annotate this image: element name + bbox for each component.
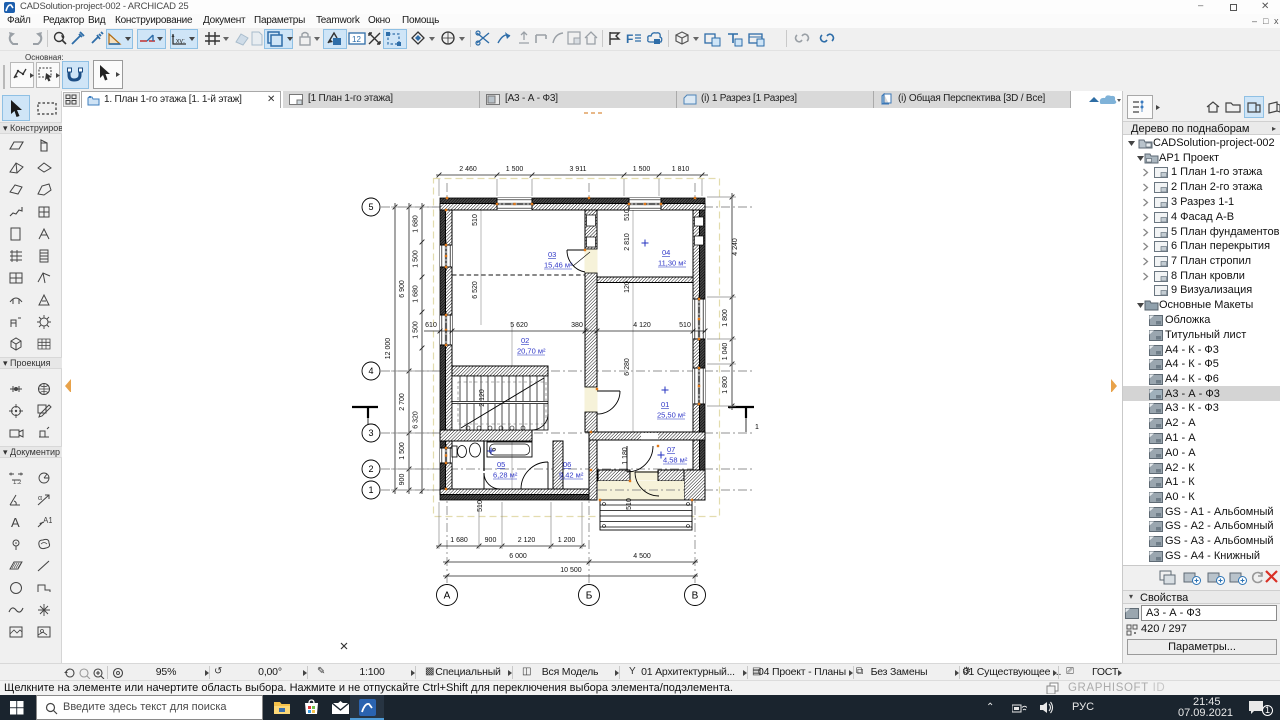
svg-text:1 800: 1 800 bbox=[722, 376, 729, 394]
svg-text:α: α bbox=[38, 495, 42, 502]
svg-text:1 500: 1 500 bbox=[633, 166, 651, 173]
svg-text:4,58 м²: 4,58 м² bbox=[663, 456, 688, 465]
svg-text:380: 380 bbox=[571, 322, 583, 329]
svg-text:6 520: 6 520 bbox=[472, 281, 479, 299]
svg-text:1 680: 1 680 bbox=[413, 215, 420, 233]
svg-text:2 810: 2 810 bbox=[624, 233, 631, 251]
svg-text:510: 510 bbox=[472, 214, 479, 226]
svg-text:1 500: 1 500 bbox=[506, 166, 524, 173]
svg-text:2: 2 bbox=[368, 464, 373, 474]
svg-text:1 680: 1 680 bbox=[413, 285, 420, 303]
svg-text:4 120: 4 120 bbox=[633, 322, 651, 329]
svg-text:5: 5 bbox=[368, 202, 373, 212]
svg-text:6 000: 6 000 bbox=[509, 553, 527, 560]
svg-text:06: 06 bbox=[563, 460, 571, 469]
svg-text:3: 3 bbox=[368, 428, 373, 438]
svg-text:900: 900 bbox=[485, 537, 497, 544]
svg-text:4: 4 bbox=[368, 366, 373, 376]
svg-text:9,42 м²: 9,42 м² bbox=[559, 471, 584, 480]
svg-text:1 500: 1 500 bbox=[413, 321, 420, 339]
svg-text:510: 510 bbox=[679, 322, 691, 329]
svg-text:15,46 м²: 15,46 м² bbox=[544, 261, 573, 270]
svg-text:A: A bbox=[11, 515, 20, 530]
svg-text:3 911: 3 911 bbox=[570, 166, 587, 173]
svg-text:900: 900 bbox=[399, 474, 406, 486]
svg-text:1.2: 1.2 bbox=[13, 480, 22, 486]
svg-text:1 810: 1 810 bbox=[672, 166, 690, 173]
svg-text:В: В bbox=[692, 591, 699, 602]
svg-text:03: 03 bbox=[548, 250, 556, 259]
svg-text:01: 01 bbox=[661, 400, 669, 409]
svg-text:610: 610 bbox=[425, 322, 437, 329]
svg-text:510: 510 bbox=[624, 209, 631, 221]
svg-text:1 040: 1 040 bbox=[722, 343, 729, 361]
svg-text:12: 12 bbox=[352, 35, 361, 44]
svg-text:4 240: 4 240 bbox=[732, 238, 739, 256]
svg-text:2 120: 2 120 bbox=[518, 537, 536, 544]
svg-text:1 680: 1 680 bbox=[450, 537, 468, 544]
svg-text:2 460: 2 460 bbox=[459, 166, 477, 173]
svg-text:6 320: 6 320 bbox=[413, 411, 420, 429]
svg-text:12 000: 12 000 bbox=[385, 338, 392, 360]
svg-text:04: 04 bbox=[662, 248, 670, 257]
svg-text:4 500: 4 500 bbox=[633, 553, 651, 560]
svg-text:6 280: 6 280 bbox=[624, 358, 631, 376]
svg-text:510: 510 bbox=[626, 498, 633, 510]
svg-text:07: 07 bbox=[667, 445, 675, 454]
svg-text:1: 1 bbox=[755, 424, 759, 431]
svg-text:11,30 м²: 11,30 м² bbox=[658, 259, 686, 268]
svg-text:10 500: 10 500 bbox=[560, 567, 582, 574]
svg-text:1 200: 1 200 bbox=[558, 537, 576, 544]
svg-text:2 700: 2 700 bbox=[399, 393, 406, 411]
svg-text:xy:: xy: bbox=[176, 38, 185, 45]
svg-text:6,28 м²: 6,28 м² bbox=[493, 471, 518, 480]
svg-text:05: 05 bbox=[497, 460, 505, 469]
svg-text:A1: A1 bbox=[43, 516, 52, 525]
svg-text:А: А bbox=[444, 591, 451, 602]
svg-text:5 620: 5 620 bbox=[510, 322, 528, 329]
svg-text:F: F bbox=[626, 32, 633, 46]
svg-text:1: 1 bbox=[368, 485, 373, 495]
svg-text:1 500: 1 500 bbox=[413, 250, 420, 268]
svg-text:1 180: 1 180 bbox=[622, 447, 629, 465]
svg-text:510: 510 bbox=[477, 500, 484, 512]
svg-text:Б: Б bbox=[586, 591, 593, 602]
svg-text:120: 120 bbox=[624, 281, 631, 293]
svg-text:6 900: 6 900 bbox=[399, 280, 406, 298]
svg-text:1 800: 1 800 bbox=[722, 309, 729, 327]
svg-text:2 120: 2 120 bbox=[479, 389, 486, 407]
svg-text:20,70 м²: 20,70 м² bbox=[517, 347, 546, 356]
svg-text:1 500: 1 500 bbox=[399, 442, 406, 460]
svg-text:02: 02 bbox=[521, 336, 529, 345]
svg-text:25,50 м²: 25,50 м² bbox=[657, 411, 686, 420]
